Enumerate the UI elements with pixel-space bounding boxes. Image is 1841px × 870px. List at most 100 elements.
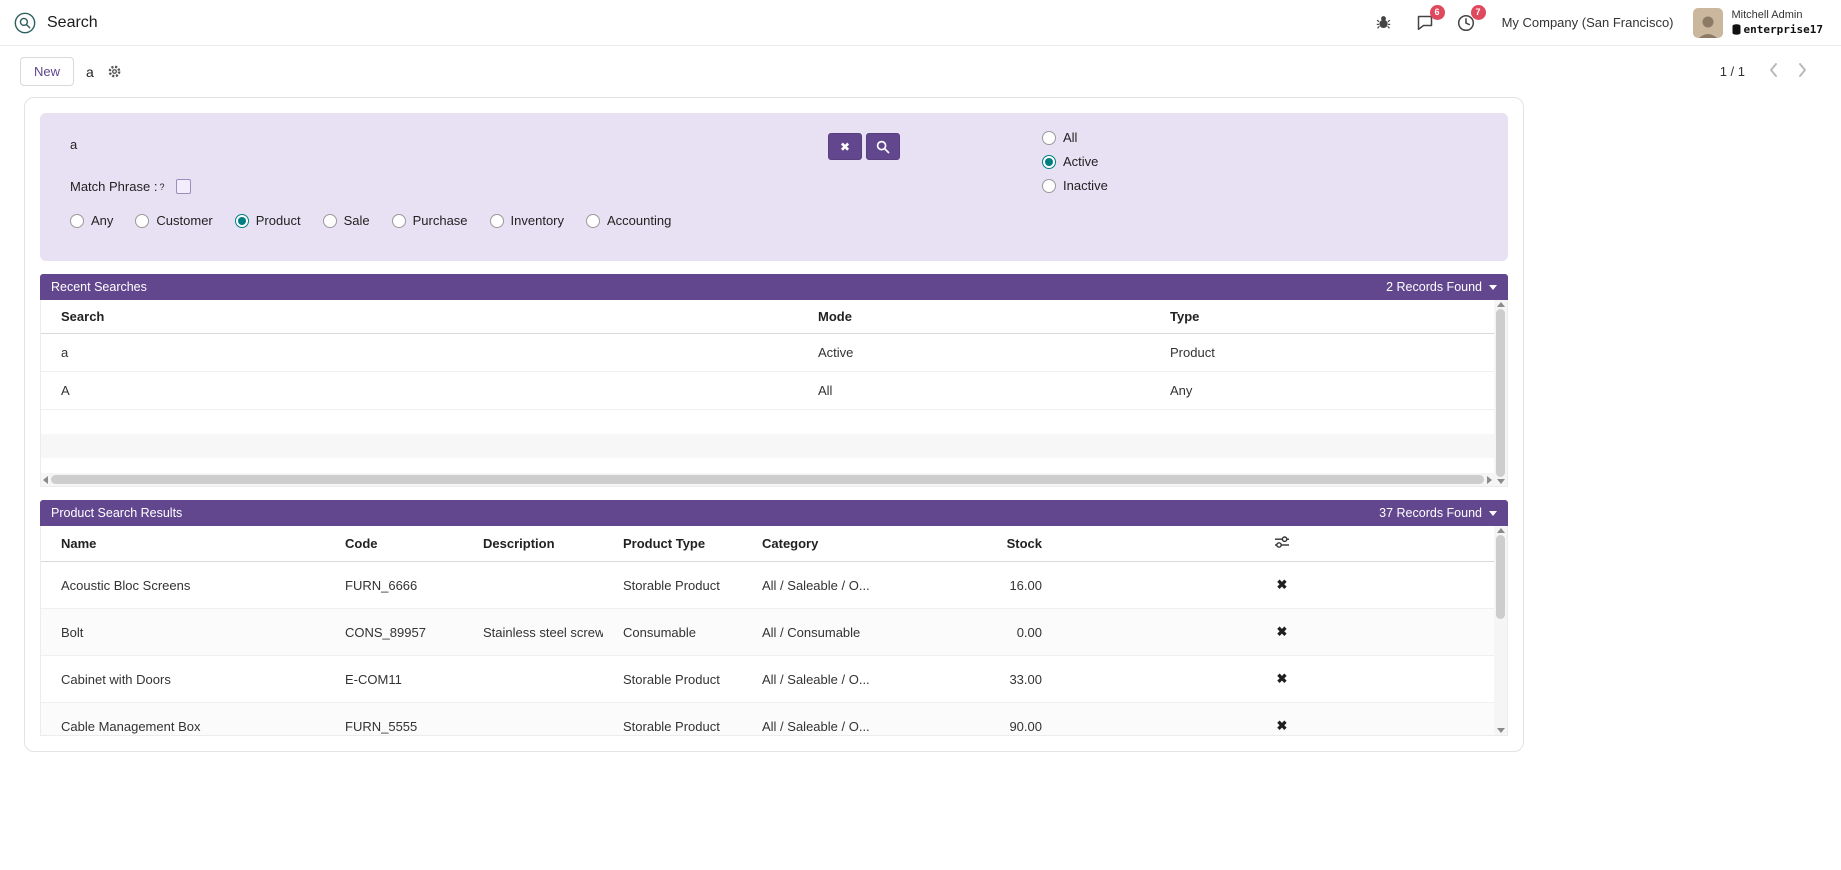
- scroll-down-arrow-icon[interactable]: [1497, 479, 1505, 484]
- column-header-category[interactable]: Category: [742, 526, 942, 562]
- cell-stock[interactable]: 0.00: [942, 609, 1052, 656]
- product-records-dropdown[interactable]: 37 Records Found: [1379, 506, 1497, 520]
- radio-accounting[interactable]: Accounting: [586, 213, 671, 228]
- cell-mode[interactable]: All: [798, 372, 1150, 410]
- cell-category[interactable]: All / Saleable / O...: [742, 562, 942, 609]
- search-query-input[interactable]: [70, 133, 690, 156]
- table-row[interactable]: Cable Management Box FURN_5555 Storable …: [41, 703, 1496, 737]
- product-results-header: Product Search Results 37 Records Found: [40, 500, 1508, 526]
- debug-bug-icon[interactable]: [1373, 12, 1395, 34]
- radio-any[interactable]: Any: [70, 213, 113, 228]
- column-header-code[interactable]: Code: [325, 526, 463, 562]
- column-header-mode[interactable]: Mode: [798, 300, 1150, 334]
- scroll-down-arrow-icon[interactable]: [1497, 728, 1505, 733]
- column-header-product-type[interactable]: Product Type: [603, 526, 742, 562]
- breadcrumb[interactable]: a: [86, 64, 94, 80]
- radio-all[interactable]: All: [1042, 130, 1108, 145]
- pager-next-button[interactable]: [1788, 60, 1817, 83]
- scrollbar-thumb[interactable]: [51, 475, 1484, 484]
- topbar: Search 6 7 My Company (San Francis: [0, 0, 1841, 46]
- search-icon: [876, 140, 890, 154]
- optional-columns-icon[interactable]: [1274, 537, 1290, 552]
- cell-type[interactable]: Product: [1150, 334, 1496, 372]
- column-header-description[interactable]: Description: [463, 526, 603, 562]
- cell-product-type[interactable]: Storable Product: [603, 656, 742, 703]
- cell-description[interactable]: [463, 562, 603, 609]
- scrollbar-thumb[interactable]: [1496, 535, 1505, 619]
- gear-icon[interactable]: [106, 63, 123, 80]
- cell-category[interactable]: All / Saleable / O...: [742, 703, 942, 737]
- cell-mode[interactable]: Active: [798, 334, 1150, 372]
- cell-search[interactable]: A: [41, 372, 798, 410]
- remove-result-button[interactable]: ✖: [1271, 576, 1294, 594]
- radio-customer[interactable]: Customer: [135, 213, 212, 228]
- column-header-search[interactable]: Search: [41, 300, 798, 334]
- cell-product-type[interactable]: Consumable: [603, 609, 742, 656]
- scrollbar-thumb[interactable]: [1496, 309, 1505, 477]
- radio-product[interactable]: Product: [235, 213, 301, 228]
- messages-icon[interactable]: 6: [1414, 12, 1436, 34]
- cell-name[interactable]: Bolt: [41, 609, 325, 656]
- search-button[interactable]: [866, 133, 900, 160]
- column-header-type[interactable]: Type: [1150, 300, 1496, 334]
- cell-search[interactable]: a: [41, 334, 798, 372]
- table-row[interactable]: A All Any: [41, 372, 1496, 410]
- table-row[interactable]: Cabinet with Doors E-COM11 Storable Prod…: [41, 656, 1496, 703]
- cell-name[interactable]: Cabinet with Doors: [41, 656, 325, 703]
- recent-records-dropdown[interactable]: 2 Records Found: [1386, 280, 1497, 294]
- cell-product-type[interactable]: Storable Product: [603, 562, 742, 609]
- cell-code[interactable]: FURN_6666: [325, 562, 463, 609]
- radio-circle: [1042, 131, 1056, 145]
- radio-sale[interactable]: Sale: [323, 213, 370, 228]
- cell-description[interactable]: Stainless steel screw: [463, 609, 603, 656]
- table-row[interactable]: Bolt CONS_89957 Stainless steel screw Co…: [41, 609, 1496, 656]
- remove-result-button[interactable]: ✖: [1271, 670, 1294, 688]
- radio-circle: [586, 214, 600, 228]
- scroll-up-arrow-icon[interactable]: [1497, 302, 1505, 307]
- product-results-table: Name Code Description Product Type Categ…: [41, 526, 1496, 736]
- user-avatar[interactable]: [1693, 8, 1723, 38]
- cell-code[interactable]: CONS_89957: [325, 609, 463, 656]
- clear-search-button[interactable]: ✖: [828, 133, 862, 160]
- cell-category[interactable]: All / Saleable / O...: [742, 656, 942, 703]
- remove-result-button[interactable]: ✖: [1271, 623, 1294, 641]
- cell-stock[interactable]: 33.00: [942, 656, 1052, 703]
- activities-clock-icon[interactable]: 7: [1455, 12, 1477, 34]
- cell-description[interactable]: [463, 703, 603, 737]
- table-row[interactable]: a Active Product: [41, 334, 1496, 372]
- user-menu[interactable]: Mitchell Admin enterprise17: [1732, 9, 1823, 37]
- radio-circle: [392, 214, 406, 228]
- control-panel: New a 1 / 1: [0, 46, 1841, 93]
- cell-type[interactable]: Any: [1150, 372, 1496, 410]
- radio-inventory[interactable]: Inventory: [490, 213, 564, 228]
- radio-purchase[interactable]: Purchase: [392, 213, 468, 228]
- radio-active[interactable]: Active: [1042, 154, 1108, 169]
- column-header-name[interactable]: Name: [41, 526, 325, 562]
- new-button[interactable]: New: [20, 57, 74, 86]
- product-vertical-scrollbar[interactable]: [1494, 526, 1507, 735]
- remove-result-button[interactable]: ✖: [1271, 717, 1294, 735]
- cell-description[interactable]: [463, 656, 603, 703]
- cell-stock[interactable]: 16.00: [942, 562, 1052, 609]
- cell-name[interactable]: Acoustic Bloc Screens: [41, 562, 325, 609]
- cell-category[interactable]: All / Consumable: [742, 609, 942, 656]
- cell-name[interactable]: Cable Management Box: [41, 703, 325, 737]
- company-switcher[interactable]: My Company (San Francisco): [1502, 15, 1674, 30]
- search-app-icon[interactable]: [14, 12, 36, 34]
- column-header-stock[interactable]: Stock: [942, 526, 1052, 562]
- pager-previous-button[interactable]: [1759, 60, 1788, 83]
- recent-horizontal-scrollbar[interactable]: [41, 473, 1494, 486]
- scroll-left-arrow-icon[interactable]: [43, 476, 48, 484]
- table-row[interactable]: Acoustic Bloc Screens FURN_6666 Storable…: [41, 562, 1496, 609]
- match-phrase-checkbox[interactable]: [176, 179, 191, 194]
- search-card: ✖ All Active: [24, 97, 1524, 752]
- cell-code[interactable]: E-COM11: [325, 656, 463, 703]
- cell-code[interactable]: FURN_5555: [325, 703, 463, 737]
- recent-vertical-scrollbar[interactable]: [1494, 300, 1507, 486]
- radio-inactive[interactable]: Inactive: [1042, 178, 1108, 193]
- cell-product-type[interactable]: Storable Product: [603, 703, 742, 737]
- product-results-title: Product Search Results: [51, 506, 182, 520]
- cell-stock[interactable]: 90.00: [942, 703, 1052, 737]
- scroll-right-arrow-icon[interactable]: [1487, 476, 1492, 484]
- scroll-up-arrow-icon[interactable]: [1497, 528, 1505, 533]
